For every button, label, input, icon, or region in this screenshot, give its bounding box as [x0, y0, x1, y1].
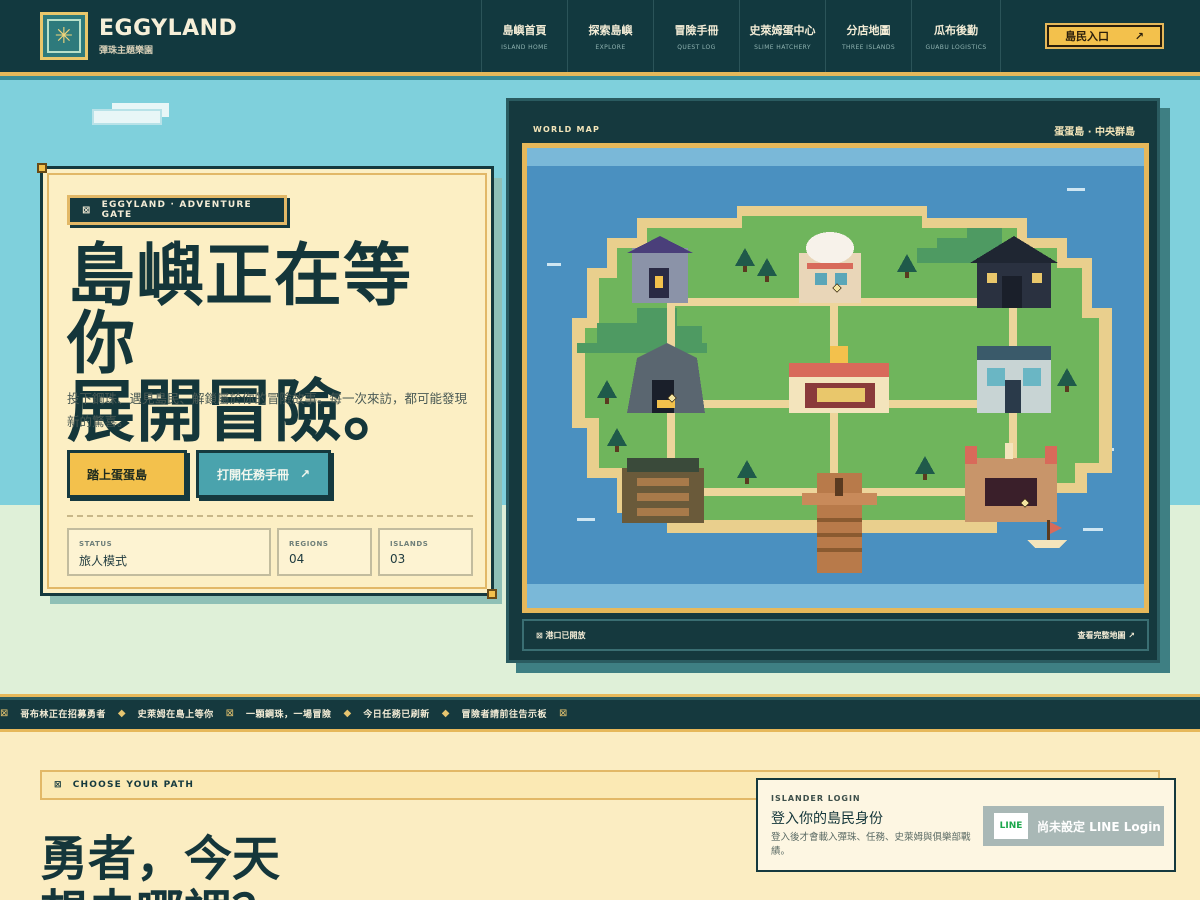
choose-path-label: CHOOSE YOUR PATH	[72, 780, 195, 790]
nav-item-island-home[interactable]: 島嶼首頁 ISLAND HOME	[481, 0, 567, 72]
ticker-item: 今日任務已刷新	[363, 709, 430, 720]
nav-item-three-islands[interactable]: 分店地圖 THREE ISLANDS	[825, 0, 911, 72]
arrow-up-right-icon: ↗	[1134, 29, 1144, 43]
hero-kicker-text: EGGYLAND · ADVENTURE GATE	[101, 200, 252, 220]
crossed-box-icon: ⊠	[225, 707, 235, 719]
stat-regions: REGIONS 04	[277, 528, 372, 576]
news-ticker: ⊠ 哥布林正在招募勇者 ◆ 史萊姆在島上等你 ⊠ 一顆鋼珠，一場冒險 ◆ 今日任…	[0, 694, 1200, 732]
diamond-icon: ◆	[441, 707, 450, 719]
board-island-button[interactable]: 踏上蛋蛋島	[67, 450, 187, 498]
choose-path-title-line: 想去哪裡？	[40, 885, 280, 900]
harbor-status-text: 港口已開放	[545, 630, 586, 640]
crossed-box-icon: ⊠	[558, 707, 568, 719]
nav-sublabel: EXPLORE	[595, 43, 626, 51]
line-login-button[interactable]: LINE 尚未設定 LINE Login	[983, 806, 1164, 846]
world-map-panel: WORLD MAP 蛋蛋島 · 中央群島 ⊠ 港口已開放 查看完整地圖 ↗	[506, 98, 1160, 663]
divider	[67, 515, 473, 517]
map-footer: ⊠ 港口已開放 查看完整地圖 ↗	[522, 619, 1149, 651]
ticker-item: 一顆鋼珠，一場冒險	[246, 709, 332, 720]
site-header: ✳ EGGYLAND 彈珠主題樂園 島嶼首頁 ISLAND HOME 探索島嶼 …	[0, 0, 1200, 80]
harbor-status: ⊠ 港口已開放	[536, 630, 586, 641]
nav-label: 瓜布後勤	[934, 23, 978, 37]
nav-sublabel: QUEST LOG	[677, 43, 716, 51]
islander-entry-button[interactable]: 島民入口 ↗	[1047, 25, 1162, 47]
nav-sublabel: ISLAND HOME	[501, 43, 548, 51]
open-quest-log-button[interactable]: 打開任務手冊 ↗	[196, 450, 331, 498]
nav-label: 島嶼首頁	[502, 23, 547, 37]
login-kicker: ISLANDER LOGIN	[771, 794, 861, 803]
hero-description: 投下鋼珠、遇見島民、解鎖屬於你的冒險故事。每一次來訪，都可能發現新的驚喜。	[67, 391, 468, 429]
stat-value: 04	[289, 552, 305, 566]
island-map[interactable]	[527, 148, 1144, 608]
nav-item-guabu-logistics[interactable]: 瓜布後勤 GUABU LOGISTICS	[911, 0, 1001, 72]
open-quest-log-label: 打開任務手冊	[217, 467, 290, 482]
choose-path-title-line: 勇者，今天	[40, 831, 281, 887]
hero-card: ⊠ EGGYLAND · ADVENTURE GATE 島嶼正在等你 展開冒險。…	[37, 163, 497, 599]
ticker-item: 史萊姆在島上等你	[137, 709, 214, 720]
nav-item-explore[interactable]: 探索島嶼 EXPLORE	[567, 0, 653, 72]
stat-status: STATUS 旅人模式	[67, 528, 271, 576]
stat-islands: ISLANDS 03	[378, 528, 473, 576]
line-logo-icon: LINE	[994, 813, 1028, 839]
logo[interactable]: ✳	[40, 12, 88, 60]
diamond-icon: ◆	[343, 707, 352, 719]
crossed-box-icon: ⊠	[536, 630, 546, 640]
stat-label: REGIONS	[289, 540, 329, 548]
ticker-item: 哥布林正在招募勇者	[20, 709, 106, 720]
main-nav: 島嶼首頁 ISLAND HOME 探索島嶼 EXPLORE 冒險手冊 QUEST…	[481, 0, 1001, 72]
map-frame	[522, 143, 1149, 613]
crossed-box-icon: ⊠	[82, 204, 92, 216]
stat-label: STATUS	[79, 540, 113, 548]
map-label: WORLD MAP	[533, 125, 601, 134]
nav-label: 分店地圖	[846, 23, 891, 37]
arrow-up-right-icon: ↗	[299, 467, 310, 481]
board-island-label: 踏上蛋蛋島	[87, 467, 148, 482]
nav-sublabel: SLIME HATCHERY	[754, 43, 811, 51]
corner-stud	[37, 163, 47, 173]
view-full-map-link[interactable]: 查看完整地圖 ↗	[1078, 630, 1136, 641]
map-region: 蛋蛋島 · 中央群島	[1054, 127, 1135, 138]
stat-value: 03	[390, 552, 406, 566]
stat-value: 旅人模式	[79, 554, 128, 568]
crossed-box-icon: ⊠	[54, 780, 63, 790]
nav-sublabel: THREE ISLANDS	[841, 43, 896, 51]
brand-name[interactable]: EGGYLAND	[99, 16, 237, 41]
diamond-icon: ◆	[117, 707, 126, 719]
islander-login-card: ISLANDER LOGIN 登入你的島民身份 登入後才會載入彈珠、任務、史萊姆…	[756, 778, 1176, 872]
nav-label: 冒險手冊	[674, 23, 719, 37]
crossed-box-icon: ⊠	[0, 707, 9, 719]
brand-subtitle: 彈珠主題樂園	[99, 46, 154, 56]
nav-label: 史萊姆蛋中心	[749, 23, 816, 37]
nav-label: 探索島嶼	[588, 23, 633, 37]
line-login-label: 尚未設定 LINE Login	[1037, 819, 1161, 834]
hero-title-line: 島嶼正在等你	[67, 237, 413, 384]
ticker-item: 冒險者請前往告示板	[461, 709, 547, 720]
choose-path-title: 勇者，今天 想去哪裡？	[40, 832, 280, 900]
hero-kicker: ⊠ EGGYLAND · ADVENTURE GATE	[67, 195, 287, 225]
nav-item-quest-log[interactable]: 冒險手冊 QUEST LOG	[653, 0, 739, 72]
corner-stud	[487, 589, 497, 599]
islander-entry-label: 島民入口	[1065, 30, 1109, 43]
sparkle-icon: ✳	[47, 19, 81, 53]
login-title: 登入你的島民身份	[771, 811, 883, 827]
login-description: 登入後才會載入彈珠、任務、史萊姆與俱樂部戰績。	[771, 832, 971, 857]
nav-item-slime-hatchery[interactable]: 史萊姆蛋中心 SLIME HATCHERY	[739, 0, 825, 72]
nav-sublabel: GUABU LOGISTICS	[925, 43, 987, 51]
cloud-decoration	[92, 103, 169, 125]
stat-label: ISLANDS	[390, 540, 429, 548]
